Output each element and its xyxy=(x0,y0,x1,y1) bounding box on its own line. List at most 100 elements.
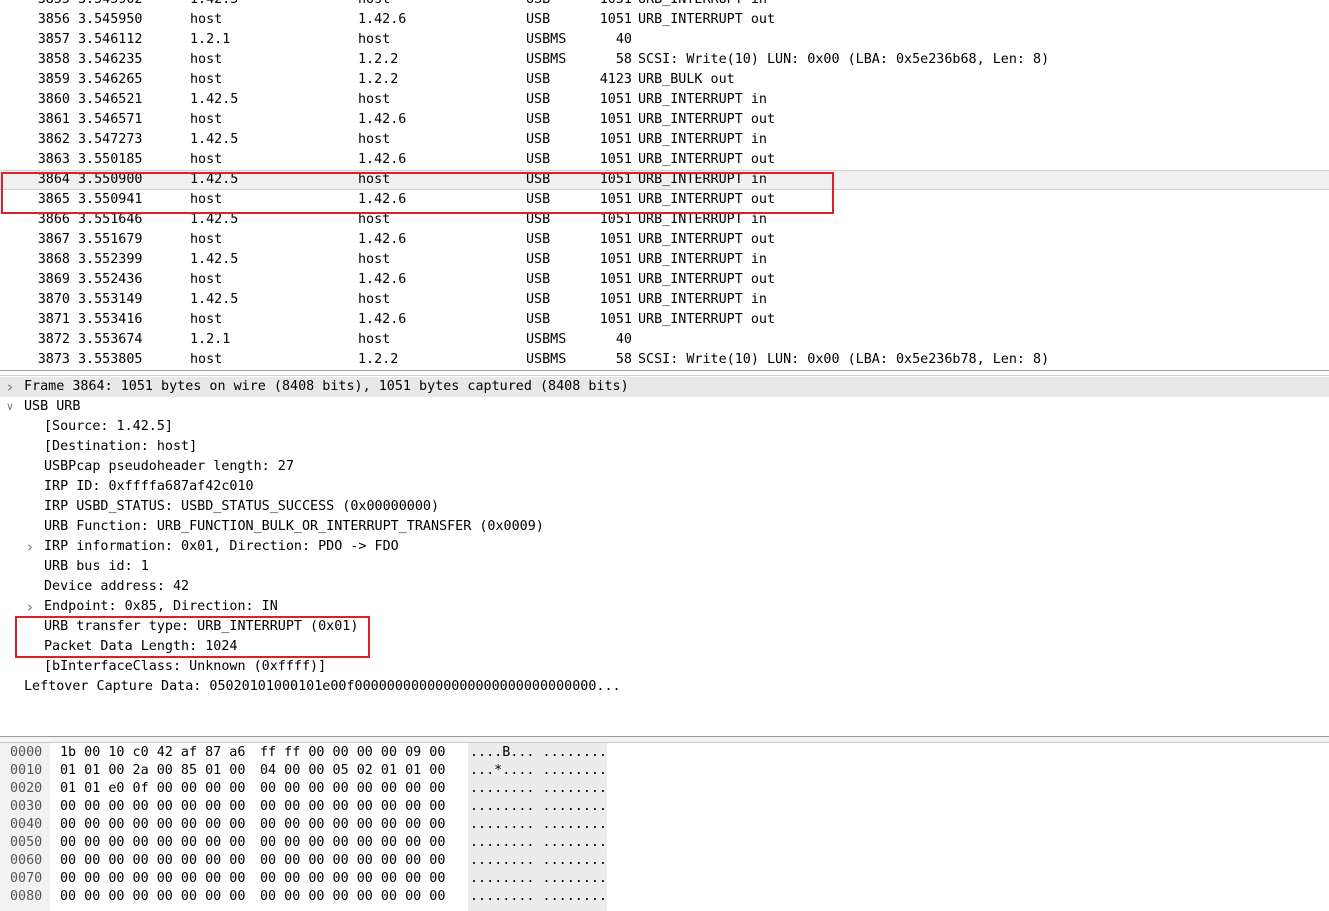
pane-divider[interactable] xyxy=(0,736,1329,743)
packet-source: host xyxy=(190,312,223,327)
packet-row[interactable]: 3868 3.552399 1.42.5 host USB 1051 URB_INTERRU… xyxy=(0,250,1329,270)
packet-row[interactable]: 3873 3.553805 host 1.2.2 USBMS 58 SCSI: Write(… xyxy=(0,350,1329,370)
hex-row[interactable]: 0020 01 01 e0 0f 00 00 00 00 00 00 00 00 0… xyxy=(0,780,1329,798)
packet-length: 58 xyxy=(615,352,632,367)
packet-time: 3.550941 xyxy=(78,192,143,207)
packet-number: 3866 xyxy=(37,212,70,227)
chevron-right-icon[interactable]: › xyxy=(23,537,37,557)
packet-info: URB_INTERRUPT in xyxy=(638,252,767,267)
detail-tree-item[interactable]: › Endpoint: 0x85, Direction: IN xyxy=(0,597,1329,617)
packet-row[interactable]: 3861 3.546571 host 1.42.6 USB 1051 URB_INTERRU… xyxy=(0,110,1329,130)
detail-tree-item[interactable]: URB Function: URB_FUNCTION_BULK_OR_INTER… xyxy=(0,517,1329,537)
detail-tree-item[interactable]: URB transfer type: URB_INTERRUPT (0x01) xyxy=(0,617,1329,637)
packet-protocol: USB xyxy=(526,0,550,10)
detail-tree-item[interactable]: IRP USBD_STATUS: USBD_STATUS_SUCCESS (0x… xyxy=(0,497,1329,517)
packet-row[interactable]: 3857 3.546112 1.2.1 host USBMS 40 xyxy=(0,30,1329,50)
packet-row[interactable]: 3863 3.550185 host 1.42.6 USB 1051 URB_INTERRU… xyxy=(0,150,1329,170)
hex-row[interactable]: 0070 00 00 00 00 00 00 00 00 00 00 00 00 0… xyxy=(0,870,1329,888)
packet-row[interactable]: 3859 3.546265 host 1.2.2 USB 4123 URB_BULK out xyxy=(0,70,1329,90)
hex-row[interactable]: 0080 00 00 00 00 00 00 00 00 00 00 00 00 0… xyxy=(0,888,1329,906)
packet-row[interactable]: 3855 3.545902 1.42.5 host USB 1051 URB_INTERRU… xyxy=(0,0,1329,10)
packet-info: URB_INTERRUPT out xyxy=(638,12,776,27)
packet-row[interactable]: 3856 3.545950 host 1.42.6 USB 1051 URB_INTERRU… xyxy=(0,10,1329,30)
detail-field-text: IRP ID: 0xffffa687af42c010 xyxy=(44,479,254,494)
packet-info: URB_INTERRUPT in xyxy=(638,212,767,227)
hex-row[interactable]: 0040 00 00 00 00 00 00 00 00 00 00 00 00 0… xyxy=(0,816,1329,834)
packet-length: 1051 xyxy=(599,12,632,27)
packet-list[interactable]: 3855 3.545902 1.42.5 host USB 1051 URB_INTERRU… xyxy=(0,0,1329,370)
packet-row[interactable]: 3871 3.553416 host 1.42.6 USB 1051 URB_INTERRU… xyxy=(0,310,1329,330)
packet-row[interactable]: 3858 3.546235 host 1.2.2 USBMS 58 SCSI: Write(… xyxy=(0,50,1329,70)
detail-tree-item[interactable]: URB bus id: 1 xyxy=(0,557,1329,577)
packet-row[interactable]: 3865 3.550941 host 1.42.6 USB 1051 URB_INTERRU… xyxy=(0,190,1329,210)
chevron-right-icon[interactable]: › xyxy=(23,597,37,617)
packet-destination: 1.42.6 xyxy=(358,232,407,247)
packet-source: 1.42.5 xyxy=(190,292,239,307)
hex-row[interactable]: 0050 00 00 00 00 00 00 00 00 00 00 00 00 0… xyxy=(0,834,1329,852)
hex-ascii: ........ ........ xyxy=(470,853,608,868)
detail-tree-item[interactable]: ∨ USB URB xyxy=(0,397,1329,417)
detail-tree-item[interactable]: USBPcap pseudoheader length: 27 xyxy=(0,457,1329,477)
packet-row[interactable]: 3866 3.551646 1.42.5 host USB 1051 URB_INTERRU… xyxy=(0,210,1329,230)
hex-row[interactable]: 0060 00 00 00 00 00 00 00 00 00 00 00 00 0… xyxy=(0,852,1329,870)
detail-field-text: IRP USBD_STATUS: USBD_STATUS_SUCCESS (0x… xyxy=(44,499,440,514)
packet-time: 3.553674 xyxy=(78,332,143,347)
packet-number: 3856 xyxy=(37,12,70,27)
chevron-down-icon[interactable]: ∨ xyxy=(3,397,17,417)
detail-tree-item[interactable]: › IRP information: 0x01, Direction: PDO -… xyxy=(0,537,1329,557)
packet-row[interactable]: 3862 3.547273 1.42.5 host USB 1051 URB_INTERRU… xyxy=(0,130,1329,150)
packet-protocol: USB xyxy=(526,272,551,287)
packet-destination: 1.42.6 xyxy=(358,112,407,127)
packet-time: 3.545902 xyxy=(78,0,143,10)
detail-field-text: [Destination: host] xyxy=(44,439,198,454)
detail-tree-item[interactable]: [Destination: host] xyxy=(0,437,1329,457)
packet-row[interactable]: 3867 3.551679 host 1.42.6 USB 1051 URB_INTERRU… xyxy=(0,230,1329,250)
detail-tree-item[interactable]: Packet Data Length: 1024 xyxy=(0,637,1329,657)
hex-bytes: 00 00 00 00 00 00 00 00 xyxy=(260,817,446,832)
hex-bytes: 00 00 00 00 00 00 00 00 xyxy=(60,835,246,850)
packet-details-tree[interactable]: › Frame 3864: 1051 bytes on wire (8408 bi… xyxy=(0,377,1329,736)
packet-info: URB_INTERRUPT in xyxy=(638,172,767,187)
hex-bytes: 00 00 00 00 00 00 00 00 xyxy=(260,799,446,814)
hex-bytes: 04 00 00 05 02 01 01 00 xyxy=(260,763,446,778)
detail-tree-item[interactable]: › Frame 3864: 1051 bytes on wire (8408 bi… xyxy=(0,377,1329,397)
hex-bytes: 00 00 00 00 00 00 00 00 xyxy=(60,871,246,886)
detail-tree-item[interactable]: Leftover Capture Data: 05020101000101e00… xyxy=(0,677,1329,697)
packet-info: URB_INTERRUPT out xyxy=(638,272,776,287)
packet-row[interactable]: 3869 3.552436 host 1.42.6 USB 1051 URB_INTERRU… xyxy=(0,270,1329,290)
packet-time: 3.547273 xyxy=(78,132,143,147)
packet-protocol: USB xyxy=(526,252,551,267)
packet-row[interactable]: 3860 3.546521 1.42.5 host USB 1051 URB_INTERRU… xyxy=(0,90,1329,110)
hex-row[interactable]: 0010 01 01 00 2a 00 85 01 00 04 00 00 05 0… xyxy=(0,762,1329,780)
packet-source: 1.42.5 xyxy=(190,252,239,267)
packet-source: host xyxy=(190,272,223,287)
pane-divider[interactable] xyxy=(0,370,1329,376)
packet-time: 3.551679 xyxy=(78,232,143,247)
detail-field-text: USBPcap pseudoheader length: 27 xyxy=(44,459,294,474)
detail-tree-item[interactable]: [bInterfaceClass: Unknown (0xffff)] xyxy=(0,657,1329,677)
hex-row[interactable]: 0030 00 00 00 00 00 00 00 00 00 00 00 00 0… xyxy=(0,798,1329,816)
packet-destination: host xyxy=(358,252,391,267)
packet-number: 3864 xyxy=(37,172,70,187)
detail-tree-item[interactable]: [Source: 1.42.5] xyxy=(0,417,1329,437)
hex-bytes: 00 00 00 00 00 00 00 00 xyxy=(260,889,446,904)
chevron-right-icon[interactable]: › xyxy=(3,377,17,397)
packet-protocol: USB xyxy=(526,112,551,127)
packet-destination: 1.2.2 xyxy=(358,52,399,67)
packet-number: 3860 xyxy=(37,92,70,107)
detail-tree-item[interactable]: IRP ID: 0xffffa687af42c010 xyxy=(0,477,1329,497)
packet-bytes-pane[interactable]: 0000 1b 00 10 c0 42 af 87 a6 ff ff 00 00 0… xyxy=(0,743,1329,911)
packet-number: 3855 xyxy=(0,0,70,10)
packet-source: host xyxy=(190,52,223,67)
packet-time: 3.551646 xyxy=(78,212,143,227)
packet-row[interactable]: 3872 3.553674 1.2.1 host USBMS 40 xyxy=(0,330,1329,350)
packet-info: URB_INTERRUPT out xyxy=(638,192,776,207)
packet-length: 1051 xyxy=(599,112,632,127)
detail-tree-item[interactable]: Device address: 42 xyxy=(0,577,1329,597)
packet-info: URB_BULK out xyxy=(638,72,735,87)
detail-field-text: URB bus id: 1 xyxy=(44,559,149,574)
hex-row[interactable]: 0000 1b 00 10 c0 42 af 87 a6 ff ff 00 00 0… xyxy=(0,744,1329,762)
packet-protocol: USBMS xyxy=(526,332,567,347)
packet-row[interactable]: 3864 3.550900 1.42.5 host USB 1051 URB_INTERRU… xyxy=(0,170,1329,190)
packet-row[interactable]: 3870 3.553149 1.42.5 host USB 1051 URB_INTERRU… xyxy=(0,290,1329,310)
